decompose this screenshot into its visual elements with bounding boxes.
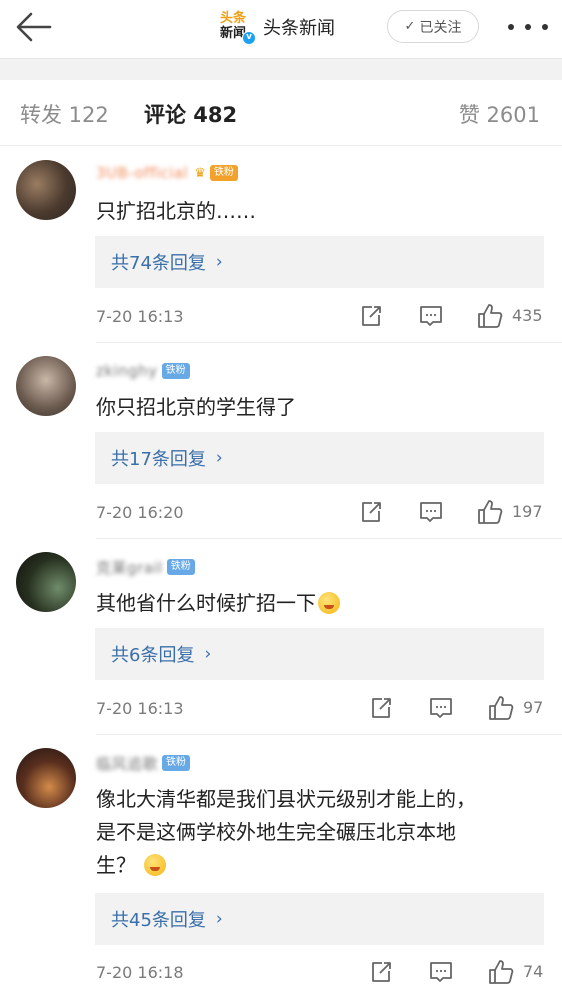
- username[interactable]: 临风追歌: [96, 753, 158, 774]
- fan-badge: 铁粉: [161, 363, 190, 379]
- username[interactable]: 3UB-official: [96, 164, 188, 182]
- share-icon[interactable]: [369, 960, 393, 984]
- fan-badge: 铁粉: [166, 559, 195, 575]
- comment-meta: 7-20 16:20 197: [96, 499, 546, 525]
- chevron-right-icon: ›: [204, 644, 212, 664]
- comment-text-line1: 像北大清华都是我们县状元级别才能上的，: [96, 787, 476, 811]
- view-replies-button[interactable]: 共74条回复 ›: [95, 236, 544, 288]
- like-count: 97: [523, 698, 544, 717]
- like-count: 435: [512, 306, 543, 325]
- replies-count: 共17条回复: [111, 449, 206, 470]
- avatar[interactable]: [16, 552, 76, 612]
- top-bar: 头条 新闻 v 头条新闻 ✓ 已关注: [0, 0, 562, 56]
- avatar[interactable]: [16, 356, 76, 416]
- crown-icon: ♛: [194, 165, 206, 181]
- username[interactable]: zkinghy: [96, 362, 158, 380]
- yummy-emoji-icon: [318, 592, 340, 614]
- logo-line1: 头条: [220, 11, 247, 26]
- comment-text: 你只招北京的学生得了: [96, 395, 296, 419]
- chevron-right-icon: ›: [215, 909, 223, 929]
- comment-text: 只扩招北京的……: [96, 199, 256, 223]
- comment-meta: 7-20 16:13 97: [96, 695, 546, 721]
- like-count: 74: [523, 962, 544, 981]
- verified-icon: v: [242, 31, 256, 45]
- comment-icon[interactable]: [429, 960, 453, 984]
- account-name: 头条新闻: [263, 18, 335, 39]
- view-replies-button[interactable]: 共17条回复 ›: [95, 432, 544, 484]
- comment-time: 7-20 16:18: [96, 962, 184, 982]
- comment-text: 其他省什么时候扩招一下: [96, 587, 546, 620]
- fan-badge: 铁粉: [162, 755, 191, 771]
- replies-count: 共6条回复: [111, 645, 195, 666]
- check-icon: ✓: [404, 19, 416, 34]
- comment-time: 7-20 16:13: [96, 306, 184, 326]
- followed-button[interactable]: ✓ 已关注: [387, 10, 479, 43]
- share-icon[interactable]: [359, 500, 383, 524]
- divider: [96, 538, 562, 539]
- share-icon[interactable]: [369, 696, 393, 720]
- avatar[interactable]: [16, 160, 76, 220]
- avatar[interactable]: [16, 748, 76, 808]
- followed-label: 已关注: [419, 19, 462, 36]
- comment-icon[interactable]: [419, 500, 443, 524]
- like-count: 197: [512, 502, 543, 521]
- comment-text-content: 其他省什么时候扩招一下: [96, 591, 316, 615]
- chevron-right-icon: ›: [215, 252, 223, 272]
- username-row: 克莱grail 铁粉: [96, 556, 195, 578]
- tab-repost[interactable]: 转发 122: [20, 99, 109, 129]
- like-icon[interactable]: [488, 959, 514, 985]
- replies-count: 共74条回复: [111, 253, 206, 274]
- comment-meta: 7-20 16:18 74: [96, 959, 546, 985]
- username[interactable]: 克莱grail: [96, 557, 163, 578]
- comment-time: 7-20 16:13: [96, 698, 184, 718]
- divider: [96, 734, 562, 735]
- replies-count: 共45条回复: [111, 910, 206, 931]
- view-replies-button[interactable]: 共6条回复 ›: [95, 628, 544, 680]
- like-icon[interactable]: [477, 303, 503, 329]
- comment-text: 像北大清华都是我们县状元级别才能上的， 是不是这俩学校外地生完全碾压北京本地 生…: [96, 783, 546, 882]
- comment-icon[interactable]: [419, 304, 443, 328]
- fan-badge: 铁粉: [209, 165, 238, 181]
- divider: [96, 342, 562, 343]
- section-gap: [0, 58, 562, 80]
- more-options-icon[interactable]: [508, 20, 548, 34]
- view-replies-button[interactable]: 共45条回复 ›: [95, 893, 544, 945]
- like-icon[interactable]: [477, 499, 503, 525]
- comment-time: 7-20 16:20: [96, 502, 184, 522]
- username-row: 3UB-official ♛ 铁粉: [96, 162, 238, 184]
- tab-like[interactable]: 赞 2601: [459, 99, 540, 129]
- username-row: 临风追歌 铁粉: [96, 752, 191, 774]
- comment-icon[interactable]: [429, 696, 453, 720]
- comment-meta: 7-20 16:13 435: [96, 303, 546, 329]
- account-info[interactable]: 头条 新闻 v 头条新闻: [219, 9, 335, 45]
- comment-text-line3: 生？: [96, 853, 136, 877]
- back-arrow-icon[interactable]: [14, 10, 54, 44]
- like-icon[interactable]: [488, 695, 514, 721]
- account-logo: 头条 新闻 v: [219, 10, 256, 45]
- tab-bar: 转发 122 评论 482 赞 2601: [0, 80, 562, 146]
- username-row: zkinghy 铁粉: [96, 360, 190, 382]
- comment-text-line2: 是不是这俩学校外地生完全碾压北京本地: [96, 820, 456, 844]
- surprised-emoji-icon: [144, 854, 167, 876]
- chevron-right-icon: ›: [215, 448, 223, 468]
- share-icon[interactable]: [359, 304, 383, 328]
